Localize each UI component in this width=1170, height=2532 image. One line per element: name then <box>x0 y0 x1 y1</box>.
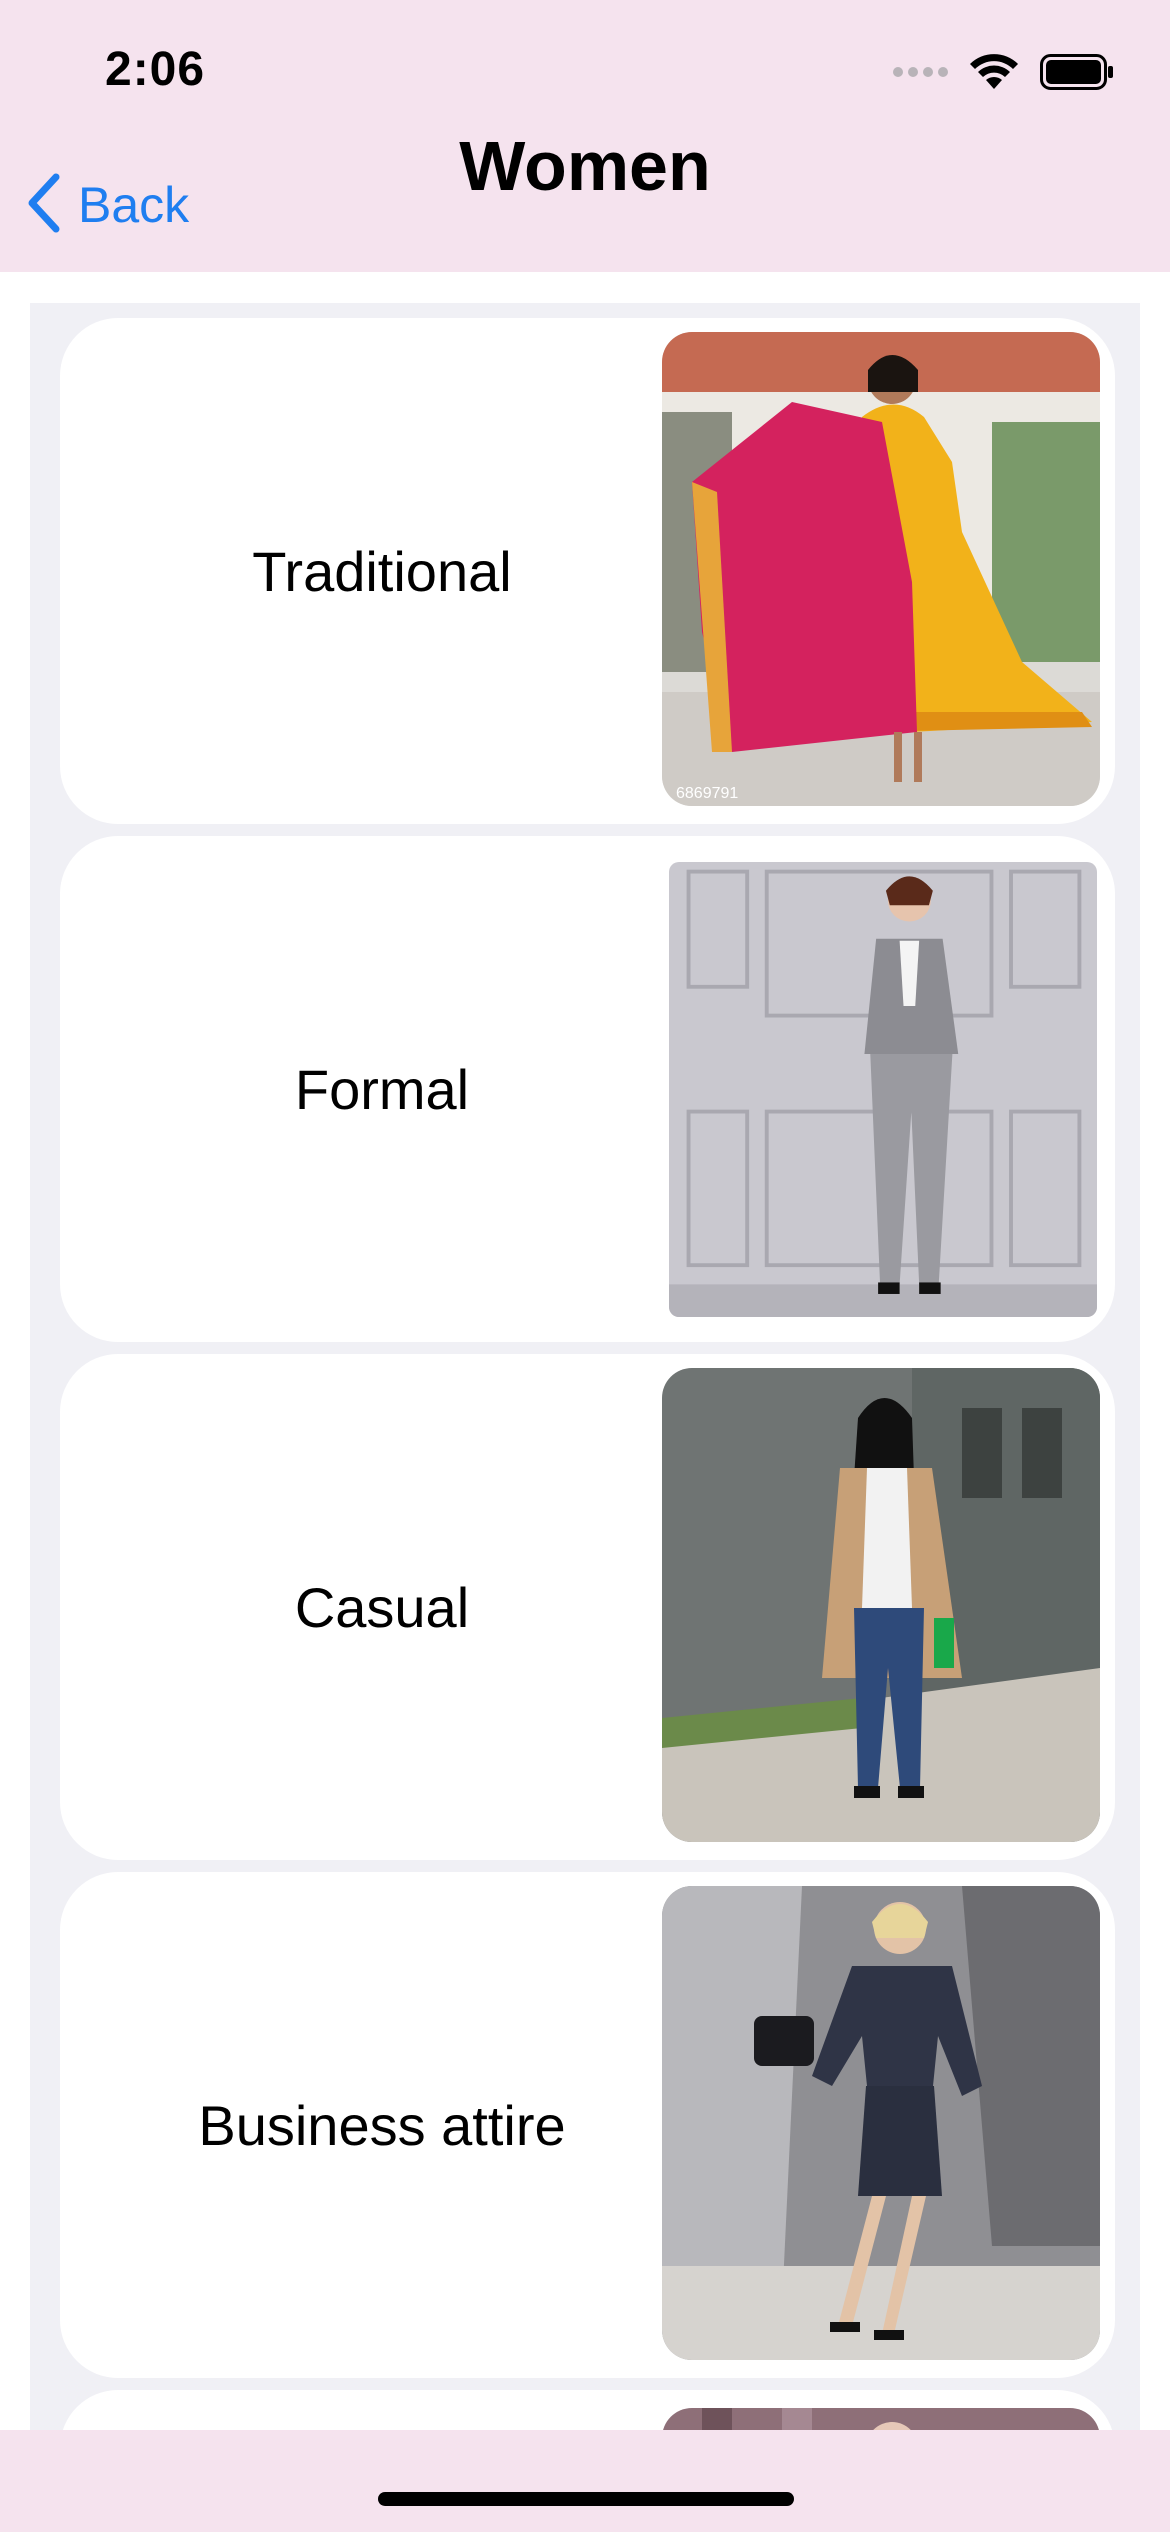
wifi-icon <box>968 53 1020 91</box>
bottom-safe-area <box>0 2430 1170 2532</box>
category-card-formal[interactable]: Formal <box>60 836 1115 1342</box>
category-card-casual[interactable]: Casual <box>60 1354 1115 1860</box>
casual-outfit-photo <box>662 1368 1100 1842</box>
cellular-signal-icon <box>893 67 948 77</box>
category-card-business-attire[interactable]: Business attire <box>60 1872 1115 2378</box>
category-label: Traditional <box>252 539 512 603</box>
battery-icon <box>1040 54 1114 90</box>
page-title: Women <box>459 127 711 205</box>
category-label: Formal <box>294 1057 470 1121</box>
traditional-outfit-photo: 6869791 <box>662 332 1100 806</box>
photo-watermark: 6869791 <box>676 785 738 802</box>
formal-outfit-photo <box>669 862 1097 1317</box>
status-icons <box>893 52 1114 92</box>
navigation-header: 2:06 Back Women <box>0 0 1170 272</box>
status-time: 2:06 <box>105 43 206 96</box>
category-card-traditional[interactable]: Traditional 6869791 <box>60 318 1115 824</box>
home-indicator[interactable] <box>378 2492 794 2506</box>
business-attire-outfit-photo <box>662 1886 1100 2360</box>
category-label: Business attire <box>198 2093 566 2157</box>
category-label: Casual <box>294 1575 470 1639</box>
